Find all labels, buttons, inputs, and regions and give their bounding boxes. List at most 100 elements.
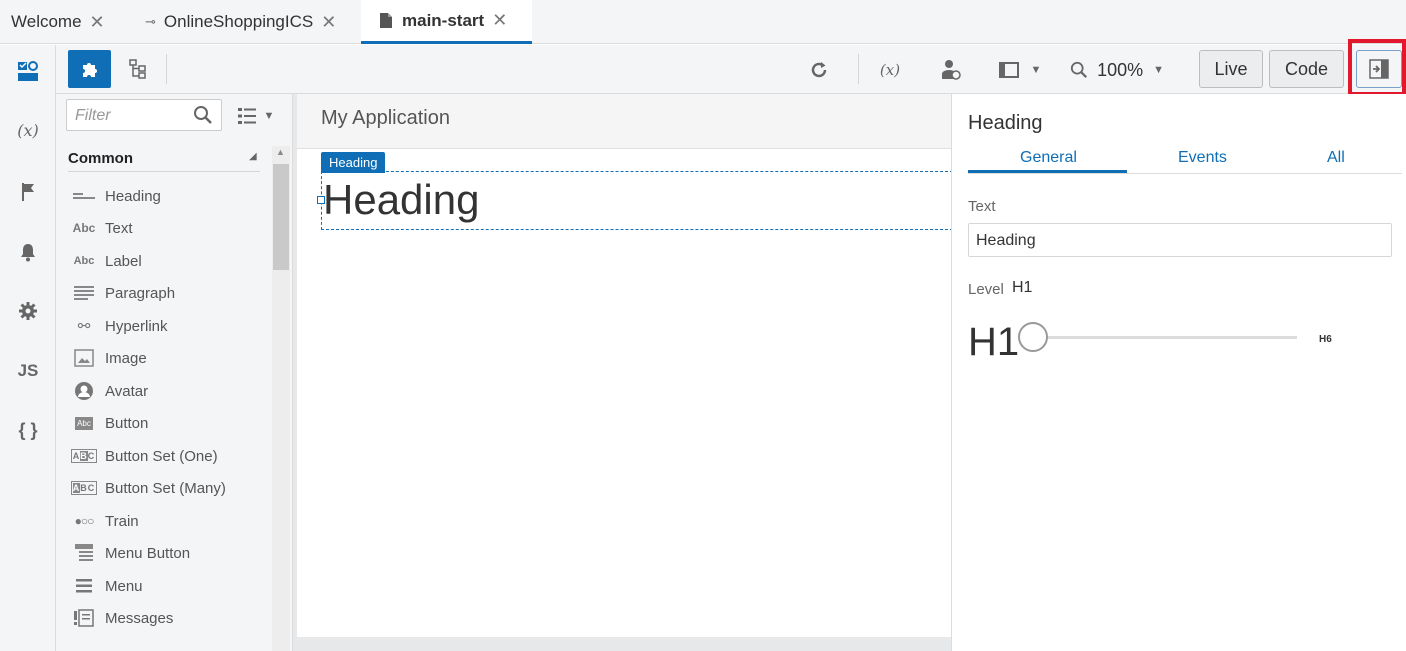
text-icon: Abc: [72, 221, 96, 235]
heading-component[interactable]: Heading: [323, 176, 479, 224]
messages-icon: [70, 608, 98, 628]
device-frame-icon: [998, 62, 1019, 78]
chevron-down-icon: ▼: [1153, 64, 1164, 76]
app-title: My Application: [321, 107, 450, 129]
palette-item-messages[interactable]: Messages: [70, 605, 265, 631]
palette-item-label: Button Set (One): [105, 447, 218, 465]
refresh-button[interactable]: [804, 55, 834, 85]
page-canvas[interactable]: My Application Heading Heading: [297, 94, 953, 637]
palette-item-label: Menu: [105, 577, 143, 595]
live-button[interactable]: Live: [1199, 50, 1263, 88]
tab-general[interactable]: General: [1020, 149, 1077, 167]
palette-item-label: Label: [105, 252, 142, 270]
palette-item-label: Button Set (Many): [105, 479, 226, 497]
tab-events[interactable]: Events: [1178, 149, 1227, 167]
menu-button-icon: [70, 543, 98, 563]
scroll-up-icon[interactable]: ▲: [276, 147, 285, 157]
palette-item-label: Paragraph: [105, 284, 176, 302]
app-header: My Application: [297, 94, 951, 149]
text-field-label: Text: [968, 198, 996, 215]
level-value: H1: [1012, 279, 1033, 296]
palette-item-button-set-many[interactable]: ABC Button Set (Many): [70, 475, 265, 501]
level-slider-knob[interactable]: [1018, 322, 1048, 352]
palette-item-image[interactable]: Image: [70, 345, 265, 371]
section-divider: [68, 171, 260, 172]
properties-panel: Heading General Events All Text Heading …: [951, 94, 1406, 651]
label-icon: Abc: [73, 255, 95, 267]
close-icon[interactable]: ✕: [90, 12, 105, 33]
level-slider-track[interactable]: [1022, 336, 1297, 339]
close-icon[interactable]: ✕: [492, 10, 507, 31]
designer-toolbar: (x) ▼ 100% ▼ Live Code: [56, 45, 1406, 94]
selected-component-tag[interactable]: Heading: [321, 152, 386, 173]
palette-item-text[interactable]: Abc Text: [70, 215, 265, 241]
collapse-corner-icon[interactable]: ◢: [249, 151, 257, 162]
palette-item-heading[interactable]: Heading: [70, 183, 265, 209]
hyperlink-icon: ⚯: [77, 318, 91, 335]
palette-item-label: Train: [105, 512, 139, 530]
palette-item-label: Avatar: [105, 382, 149, 400]
palette-item-menu-button[interactable]: Menu Button: [70, 540, 265, 566]
button-set-one-icon: ABC: [70, 449, 98, 463]
tab-label: Welcome: [11, 12, 82, 31]
palette-item-label: Menu Button: [105, 544, 191, 562]
level-label: Level: [968, 281, 1004, 298]
design-canvas-area: My Application Heading Heading: [293, 94, 953, 651]
left-activity-rail: (x) JS { }: [0, 45, 56, 651]
palette-item-label: Text: [105, 219, 133, 237]
toolbar-divider: [166, 54, 167, 84]
roles-button[interactable]: [936, 55, 966, 85]
avatar-icon: [70, 381, 98, 401]
zoom-level: 100%: [1097, 59, 1144, 80]
structure-icon: [129, 59, 146, 79]
image-icon: [70, 348, 98, 368]
integration-icon: ⊸: [145, 14, 156, 29]
train-icon: ●○○: [74, 514, 95, 528]
components-button[interactable]: [68, 50, 111, 88]
zoom-dropdown[interactable]: 100% ▼: [1070, 55, 1164, 85]
chevron-down-icon: ▼: [263, 110, 275, 122]
tab-label: OnlineShoppingICS: [163, 12, 314, 31]
device-size-dropdown[interactable]: ▼: [994, 55, 1046, 85]
palette-item-button[interactable]: Abc Button: [70, 410, 265, 436]
designer-icon[interactable]: [0, 60, 56, 87]
palette-item-button-set-one[interactable]: ABC Button Set (One): [70, 443, 265, 469]
flag-icon[interactable]: [0, 182, 56, 207]
refresh-icon: [811, 62, 827, 78]
button-icon: Abc: [75, 416, 93, 430]
tab-all[interactable]: All: [1327, 149, 1345, 167]
json-icon[interactable]: { }: [0, 420, 56, 441]
palette-item-label: Button: [105, 414, 149, 432]
slider-max-label: H6: [1319, 334, 1332, 345]
code-button[interactable]: Code: [1269, 50, 1344, 88]
page-icon: [380, 13, 392, 28]
palette-item-train[interactable]: ●○○ Train: [70, 508, 265, 534]
bell-icon[interactable]: [0, 242, 56, 267]
scrollbar-thumb[interactable]: [273, 164, 289, 270]
palette-item-label: Heading: [105, 187, 161, 205]
tab-welcome[interactable]: Welcome ✕: [11, 0, 105, 44]
variables-icon[interactable]: (x): [0, 121, 56, 140]
gear-icon[interactable]: [0, 301, 56, 326]
filter-input[interactable]: Filter: [66, 99, 222, 131]
palette-item-label[interactable]: Abc Label: [70, 248, 265, 274]
slider-min-label: H1: [968, 320, 1020, 364]
palette-item-avatar[interactable]: Avatar: [70, 378, 265, 404]
js-icon[interactable]: JS: [0, 361, 56, 381]
close-icon[interactable]: ✕: [321, 12, 336, 33]
text-field[interactable]: Heading: [968, 223, 1392, 257]
active-tab-indicator: [968, 170, 1127, 173]
chevron-down-icon: ▼: [1030, 64, 1042, 76]
palette-item-menu[interactable]: Menu: [70, 573, 265, 599]
tab-main-start[interactable]: main-start ✕: [361, 0, 532, 44]
variables-button[interactable]: (x): [874, 55, 906, 85]
view-mode-dropdown[interactable]: ▼: [234, 104, 278, 128]
editor-tab-bar: Welcome ✕ ⊸ OnlineShoppingICS ✕ main-sta…: [0, 0, 1406, 44]
palette-item-paragraph[interactable]: Paragraph: [70, 280, 265, 306]
tab-label: main-start: [402, 10, 485, 30]
structure-button[interactable]: [123, 50, 153, 88]
palette-section-title[interactable]: Common: [68, 150, 133, 167]
palette-item-hyperlink[interactable]: ⚯ Hyperlink: [70, 313, 265, 339]
variables-icon: (x): [879, 61, 901, 79]
tab-onlineshoppingics[interactable]: ⊸ OnlineShoppingICS ✕: [145, 0, 336, 44]
